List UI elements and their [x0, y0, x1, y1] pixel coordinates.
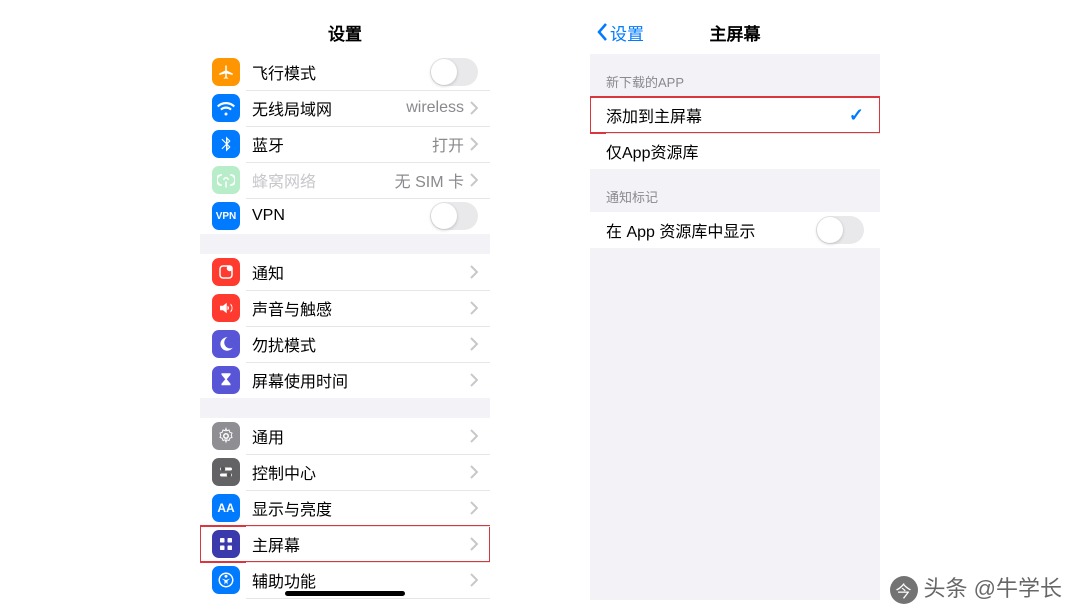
- option-label: 仅App资源库: [606, 139, 698, 163]
- show-in-library-toggle[interactable]: [816, 216, 864, 244]
- vpn-toggle[interactable]: [430, 202, 478, 230]
- row-label: 控制中心: [252, 460, 316, 484]
- chevron-right-icon: [470, 573, 478, 587]
- speaker-icon: [212, 294, 240, 322]
- option-app-library-only[interactable]: 仅App资源库: [590, 133, 880, 169]
- row-label: VPN: [252, 207, 285, 225]
- antenna-icon: [212, 166, 240, 194]
- chevron-right-icon: [470, 137, 478, 151]
- row-label: 辅助功能: [252, 568, 316, 592]
- row-label: 无线局域网: [252, 96, 332, 120]
- row-label: 主屏幕: [252, 532, 300, 556]
- checkmark-icon: ✓: [849, 105, 864, 126]
- row-screentime[interactable]: 屏幕使用时间: [200, 362, 490, 398]
- home-grid-icon: [212, 530, 240, 558]
- group-new-apps: 添加到主屏幕 ✓ 仅App资源库: [590, 97, 880, 169]
- row-display[interactable]: AA 显示与亮度: [200, 490, 490, 526]
- row-label: 显示与亮度: [252, 496, 332, 520]
- group-network: 飞行模式 无线局域网 wireless 蓝牙 打开 蜂窝网络 无 SIM 卡 V…: [200, 54, 490, 234]
- chevron-right-icon: [470, 337, 478, 351]
- chevron-right-icon: [470, 101, 478, 115]
- nav-title: 设置: [328, 20, 362, 45]
- text-size-icon: AA: [212, 494, 240, 522]
- row-control-center[interactable]: 控制中心: [200, 454, 490, 490]
- watermark: 今头条 @牛学长: [890, 571, 1062, 604]
- settings-root-screen: 设置 飞行模式 无线局域网 wireless 蓝牙 打开 蜂窝网络 无 SIM: [200, 10, 490, 600]
- row-label: 通知: [252, 260, 284, 284]
- row-label: 在 App 资源库中显示: [606, 218, 755, 242]
- row-airplane[interactable]: 飞行模式: [200, 54, 490, 90]
- chevron-right-icon: [470, 537, 478, 551]
- settings-home-screen: 设置 主屏幕 新下载的APP 添加到主屏幕 ✓ 仅App资源库 通知标记 在 A…: [590, 10, 880, 600]
- nav-bar: 设置: [200, 10, 490, 54]
- chevron-left-icon: [596, 22, 608, 42]
- home-indicator[interactable]: [285, 591, 405, 596]
- row-cellular[interactable]: 蜂窝网络 无 SIM 卡: [200, 162, 490, 198]
- row-label: 蜂窝网络: [252, 168, 316, 192]
- nav-title: 主屏幕: [710, 20, 761, 45]
- group-badges: 在 App 资源库中显示: [590, 212, 880, 248]
- row-general[interactable]: 通用: [200, 418, 490, 454]
- back-label: 设置: [610, 20, 644, 45]
- option-add-to-home[interactable]: 添加到主屏幕 ✓: [590, 97, 880, 133]
- nav-bar: 设置 主屏幕: [590, 10, 880, 54]
- chevron-right-icon: [470, 501, 478, 515]
- chevron-right-icon: [470, 301, 478, 315]
- row-label: 屏幕使用时间: [252, 368, 348, 392]
- group-header-new-apps: 新下载的APP: [590, 54, 880, 97]
- bluetooth-icon: [212, 130, 240, 158]
- row-dnd[interactable]: 勿扰模式: [200, 326, 490, 362]
- vpn-icon: VPN: [212, 202, 240, 230]
- row-sounds[interactable]: 声音与触感: [200, 290, 490, 326]
- row-bluetooth[interactable]: 蓝牙 打开: [200, 126, 490, 162]
- row-detail: wireless: [406, 99, 464, 117]
- row-label: 蓝牙: [252, 132, 284, 156]
- group-header-badges: 通知标记: [590, 169, 880, 212]
- watermark-text: 头条 @牛学长: [924, 576, 1062, 601]
- back-button[interactable]: 设置: [596, 20, 644, 45]
- bell-icon: [212, 258, 240, 286]
- option-label: 添加到主屏幕: [606, 103, 702, 127]
- wifi-icon: [212, 94, 240, 122]
- row-show-in-library[interactable]: 在 App 资源库中显示: [590, 212, 880, 248]
- moon-icon: [212, 330, 240, 358]
- accessibility-icon: [212, 566, 240, 594]
- row-label: 通用: [252, 424, 284, 448]
- row-detail: 打开: [432, 132, 464, 156]
- airplane-toggle[interactable]: [430, 58, 478, 86]
- switches-icon: [212, 458, 240, 486]
- chevron-right-icon: [470, 173, 478, 187]
- airplane-icon: [212, 58, 240, 86]
- row-label: 声音与触感: [252, 296, 332, 320]
- chevron-right-icon: [470, 373, 478, 387]
- gear-icon: [212, 422, 240, 450]
- row-vpn[interactable]: VPN VPN: [200, 198, 490, 234]
- row-notifications[interactable]: 通知: [200, 254, 490, 290]
- group-general: 通用 控制中心 AA 显示与亮度 主屏幕 辅助功能: [200, 418, 490, 600]
- row-home-screen[interactable]: 主屏幕: [200, 526, 490, 562]
- hourglass-icon: [212, 366, 240, 394]
- row-label: 勿扰模式: [252, 332, 316, 356]
- row-wifi[interactable]: 无线局域网 wireless: [200, 90, 490, 126]
- watermark-icon: 今: [890, 576, 918, 604]
- row-label: 飞行模式: [252, 60, 316, 84]
- chevron-right-icon: [470, 265, 478, 279]
- row-wallpaper[interactable]: 墙纸: [200, 598, 490, 600]
- row-detail: 无 SIM 卡: [395, 168, 464, 192]
- chevron-right-icon: [470, 465, 478, 479]
- chevron-right-icon: [470, 429, 478, 443]
- group-notifications: 通知 声音与触感 勿扰模式 屏幕使用时间: [200, 254, 490, 398]
